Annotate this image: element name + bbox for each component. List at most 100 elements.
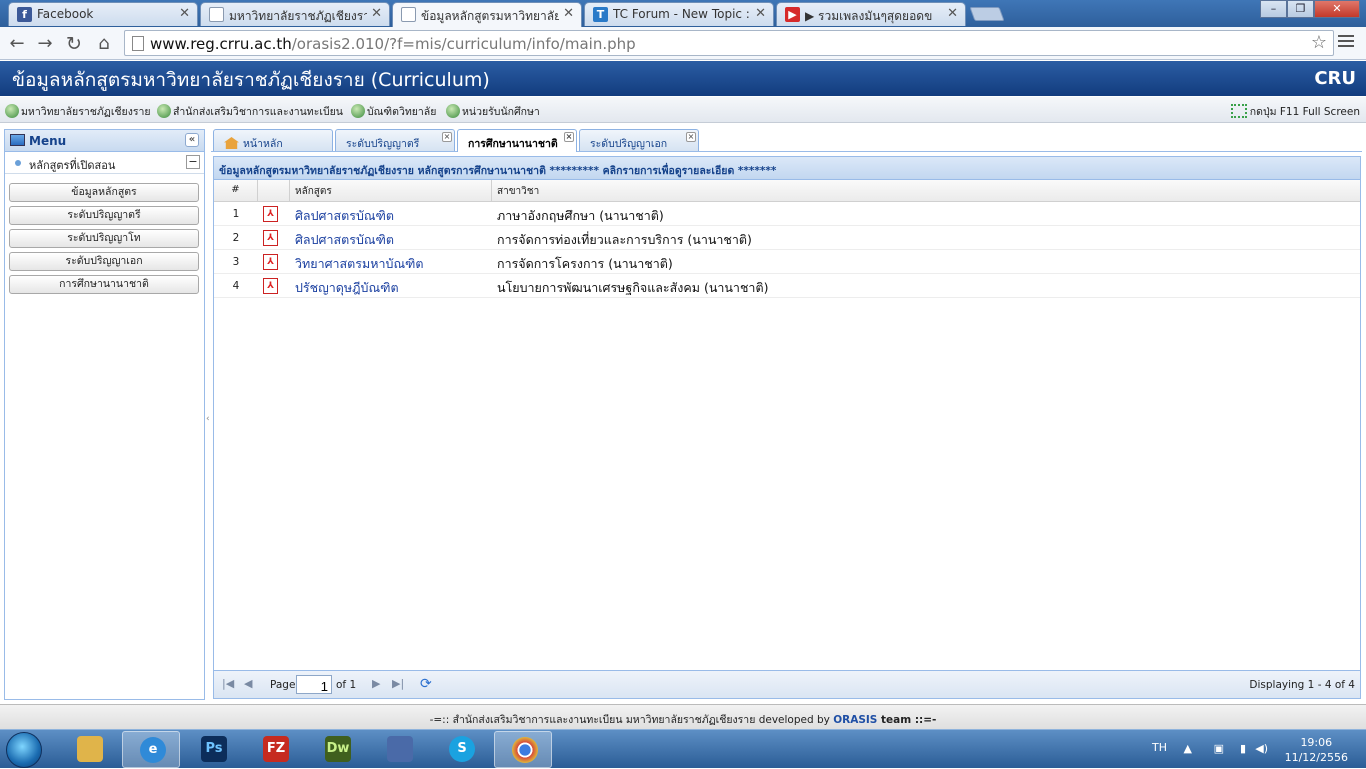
taskbar-network[interactable]	[370, 731, 428, 768]
close-icon[interactable]: ×	[686, 132, 696, 142]
explorer-icon	[77, 736, 103, 762]
page-number-input[interactable]	[296, 675, 332, 694]
row-number: 4	[232, 280, 240, 292]
browser-tab-curriculum[interactable]: ข้อมูลหลักสูตรมหาวิทยาลัยราช ✕	[392, 2, 582, 27]
volume-icon[interactable]: ◀)	[1255, 742, 1268, 755]
link-university[interactable]: มหาวิทยาลัยราชภัฏเชียงราย	[5, 103, 151, 120]
program-name[interactable]: ศิลปศาสตรบัณฑิต	[295, 230, 394, 250]
menu-button-doctoral[interactable]: ระดับปริญญาเอก	[9, 252, 199, 271]
program-name[interactable]: ปรัชญาดุษฎีบัณฑิต	[295, 278, 399, 298]
column-header-number[interactable]: #	[214, 180, 258, 201]
tab-international[interactable]: การศึกษานานาชาติ ×	[457, 129, 577, 152]
tab-home[interactable]: หน้าหลัก	[213, 129, 333, 151]
taskbar-dreamweaver[interactable]: Dw	[308, 731, 366, 768]
pdf-icon[interactable]: ⅄	[263, 254, 278, 270]
close-tab-icon[interactable]: ✕	[755, 6, 766, 21]
refresh-icon[interactable]: ⟳	[420, 676, 432, 692]
browser-tab-title: ▶ รวมเพลงมันๆสุดยอดข	[805, 9, 933, 23]
brand-logo: CRU	[1314, 68, 1356, 89]
browser-tab-title: Facebook	[37, 7, 94, 21]
taskbar-photoshop[interactable]: Ps	[184, 731, 242, 768]
content-area: หน้าหลัก ระดับปริญญาตรี × การศึกษานานาชาต…	[211, 127, 1362, 700]
first-page-icon[interactable]: |◀	[222, 677, 234, 690]
home-icon[interactable]: ⌂	[93, 33, 115, 54]
last-page-icon[interactable]: ▶|	[392, 677, 404, 690]
menu-button-international[interactable]: การศึกษานานาชาติ	[9, 275, 199, 294]
close-icon[interactable]: ×	[564, 132, 574, 142]
pdf-icon[interactable]: ⅄	[263, 230, 278, 246]
link-admissions[interactable]: หน่วยรับนักศึกษา	[446, 103, 540, 120]
collapse-section-icon[interactable]: −	[186, 155, 200, 169]
back-arrow-icon[interactable]: ←	[6, 33, 28, 54]
prev-page-icon[interactable]: ◀	[244, 677, 252, 690]
taskbar-chrome[interactable]	[494, 731, 552, 768]
footer-brand[interactable]: ORASIS	[833, 714, 877, 726]
browser-toolbar: ← → ↻ ⌂ www.reg.crru.ac.th/orasis2.010/?…	[0, 27, 1366, 60]
browser-tab-tcforum[interactable]: T TC Forum - New Topic :: ✕	[584, 2, 774, 26]
close-tab-icon[interactable]: ✕	[563, 6, 574, 21]
window-controls: – ❐ ✕	[1260, 0, 1360, 18]
globe-icon	[351, 104, 365, 118]
clock-date: 11/12/2556	[1284, 751, 1348, 764]
close-tab-icon[interactable]: ✕	[947, 6, 958, 21]
app-title: ข้อมูลหลักสูตรมหาวิทยาลัยราชภัฏเชียงราย …	[12, 69, 490, 91]
menu-panel: Menu « หลักสูตรที่เปิดสอน − ข้อมูลหลักสู…	[4, 129, 205, 700]
table-row[interactable]: 2 ⅄ ศิลปศาสตรบัณฑิต การจัดการท่องเที่ยวแ…	[214, 226, 1360, 250]
close-window-button[interactable]: ✕	[1314, 0, 1360, 18]
chrome-menu-icon[interactable]	[1338, 35, 1354, 50]
start-button[interactable]	[6, 732, 42, 768]
tab-bachelor[interactable]: ระดับปริญญาตรี ×	[335, 129, 455, 151]
reload-icon[interactable]: ↻	[63, 33, 85, 55]
clock[interactable]: 19:06 11/12/2556	[1285, 735, 1348, 765]
menu-button-curriculum-info[interactable]: ข้อมูลหลักสูตร	[9, 183, 199, 202]
fullscreen-icon	[1230, 104, 1247, 118]
app-header: ข้อมูลหลักสูตรมหาวิทยาลัยราชภัฏเชียงราย …	[0, 61, 1366, 96]
major-name: นโยบายการพัฒนาเศรษฐกิจและสังคม (นานาชาติ…	[497, 280, 769, 295]
taskbar-explorer[interactable]	[60, 731, 118, 768]
taskbar-filezilla[interactable]: FZ	[246, 731, 304, 768]
bookmark-star-icon[interactable]: ☆	[1311, 32, 1327, 53]
close-icon[interactable]: ×	[442, 132, 452, 142]
tc-forum-icon: T	[593, 7, 608, 22]
tab-doctoral[interactable]: ระดับปริญญาเอก ×	[579, 129, 699, 151]
close-tab-icon[interactable]: ✕	[179, 6, 190, 21]
row-number: 1	[232, 208, 240, 220]
menu-button-master[interactable]: ระดับปริญญาโท	[9, 229, 199, 248]
row-number: 2	[232, 232, 240, 244]
program-name[interactable]: ศิลปศาสตรบัณฑิต	[295, 206, 394, 226]
pdf-icon[interactable]: ⅄	[263, 206, 278, 222]
minimize-button[interactable]: –	[1260, 0, 1287, 18]
menu-button-bachelor[interactable]: ระดับปริญญาตรี	[9, 206, 199, 225]
browser-tab-youtube[interactable]: ▶ ▶ รวมเพลงมันๆสุดยอดข ✕	[776, 2, 966, 26]
new-tab-button[interactable]	[969, 7, 1005, 21]
browser-tab-title: มหาวิทยาลัยราชภัฏเชียงราย :	[229, 9, 367, 23]
column-header-major[interactable]: สาขาวิชา	[492, 180, 1360, 201]
program-name[interactable]: วิทยาศาสตรมหาบัณฑิต	[295, 254, 424, 274]
language-indicator[interactable]: TH	[1152, 741, 1167, 754]
column-header-program[interactable]: หลักสูตร	[290, 180, 492, 201]
taskbar-skype[interactable]: S	[432, 731, 490, 768]
page-icon	[401, 7, 416, 22]
filezilla-icon: FZ	[263, 736, 289, 762]
link-registration-office[interactable]: สำนักส่งเสริมวิชาการและงานทะเบียน	[157, 103, 343, 120]
footer-text-end: team ::=-	[877, 714, 937, 726]
table-row[interactable]: 1 ⅄ ศิลปศาสตรบัณฑิต ภาษาอังกฤษศึกษา (นาน…	[214, 202, 1360, 226]
browser-tab-crru[interactable]: มหาวิทยาลัยราชภัฏเชียงราย : ✕	[200, 2, 390, 26]
menu-section[interactable]: หลักสูตรที่เปิดสอน −	[5, 152, 204, 174]
taskbar-internet-explorer[interactable]: e	[122, 731, 180, 768]
address-bar[interactable]: www.reg.crru.ac.th/orasis2.010/?f=mis/cu…	[124, 30, 1334, 56]
collapse-icon[interactable]: «	[185, 133, 199, 147]
browser-tab-facebook[interactable]: f Facebook ✕	[8, 2, 198, 26]
show-hidden-icons-icon[interactable]: ▲	[1184, 742, 1192, 755]
device-icon[interactable]: ▣	[1214, 742, 1224, 755]
network-signal-icon[interactable]: ▮	[1240, 742, 1246, 755]
table-row[interactable]: 3 ⅄ วิทยาศาสตรมหาบัณฑิต การจัดการโครงการ…	[214, 250, 1360, 274]
table-row[interactable]: 4 ⅄ ปรัชญาดุษฎีบัณฑิต นโยบายการพัฒนาเศรษ…	[214, 274, 1360, 298]
close-tab-icon[interactable]: ✕	[371, 6, 382, 21]
url-text: www.reg.crru.ac.th/orasis2.010/?f=mis/cu…	[150, 35, 636, 53]
forward-arrow-icon[interactable]: →	[34, 33, 56, 54]
link-graduate-school[interactable]: บัณฑิตวิทยาลัย	[351, 103, 436, 120]
pdf-icon[interactable]: ⅄	[263, 278, 278, 294]
next-page-icon[interactable]: ▶	[372, 677, 380, 690]
maximize-button[interactable]: ❐	[1287, 0, 1314, 18]
